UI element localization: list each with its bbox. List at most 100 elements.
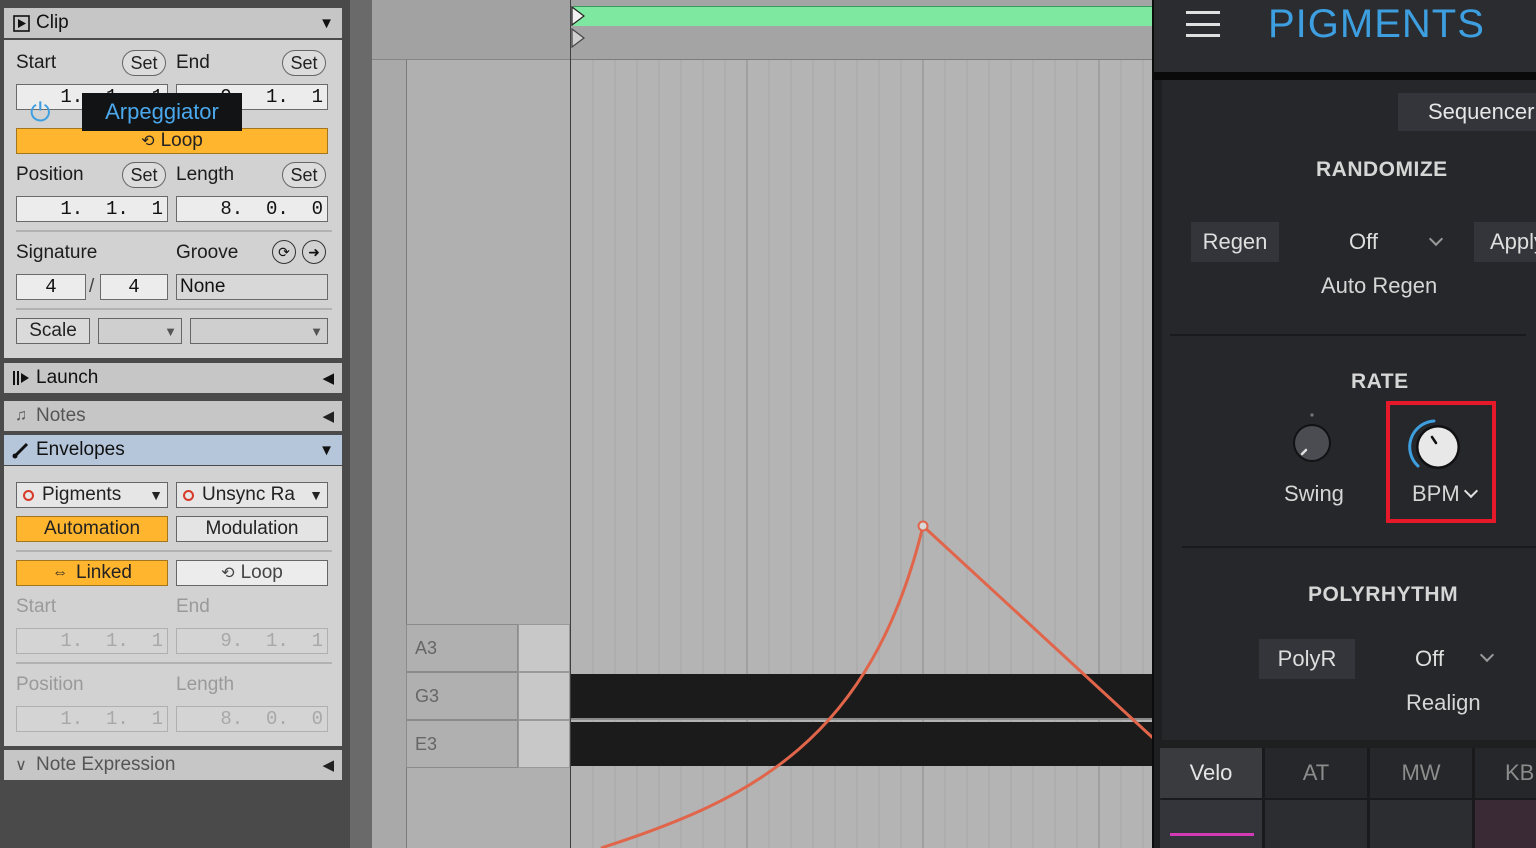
header-divider xyxy=(1154,72,1536,80)
swing-knob-icon[interactable] xyxy=(1286,412,1338,464)
groove-label: Groove xyxy=(176,242,239,263)
chevron-down-icon: ▼ xyxy=(149,487,163,503)
envelope-editor-grid[interactable] xyxy=(570,0,1152,848)
music-note-icon: ♫ xyxy=(15,407,27,424)
scale-root-dropdown[interactable]: ▼ xyxy=(98,318,182,344)
set-end-button[interactable]: Set xyxy=(282,50,326,76)
auto-regen-value: Off xyxy=(1349,229,1378,254)
envelopes-section-header[interactable]: Envelopes ▼ xyxy=(4,435,342,465)
expand-triangle-icon[interactable]: ◀ xyxy=(322,756,334,774)
realign-label[interactable]: Realign xyxy=(1406,690,1481,716)
velo-mod-cell xyxy=(1160,800,1262,848)
link-icon: ⇔ xyxy=(52,564,68,581)
tab-at[interactable]: AT xyxy=(1265,748,1367,798)
mw-mod-cell xyxy=(1370,800,1472,848)
section-divider xyxy=(1182,546,1536,548)
tab-velo[interactable]: Velo xyxy=(1160,748,1262,798)
hamburger-menu-icon[interactable] xyxy=(1186,8,1220,40)
piano-key-g3[interactable]: G3 xyxy=(406,672,518,720)
position-field[interactable]: 1. 1. 1 xyxy=(16,196,168,222)
end-label: End xyxy=(176,52,210,73)
rate-title: RATE xyxy=(1351,370,1409,393)
note-expression-section-header[interactable]: ∨ Note Expression ◀ xyxy=(4,750,342,780)
power-icon[interactable]: ⏻ xyxy=(30,97,51,129)
polyrhythm-value: Off xyxy=(1415,646,1444,671)
polyr-button[interactable]: PolyR xyxy=(1259,639,1355,679)
signature-slash: / xyxy=(89,276,95,297)
envelope-loop-button[interactable]: ⟲ Loop xyxy=(176,560,328,586)
loop-brace-bar[interactable] xyxy=(573,6,1152,26)
note-expression-icon: ∨ xyxy=(15,757,27,774)
modulation-button[interactable]: Modulation xyxy=(176,516,328,542)
automation-breakpoint xyxy=(917,520,929,532)
envelope-end-field[interactable]: 9. 1. 1 xyxy=(176,628,328,654)
regen-button[interactable]: Regen xyxy=(1191,222,1279,262)
set-position-button[interactable]: Set xyxy=(122,162,166,188)
launch-icon xyxy=(12,370,30,386)
signature-numerator-field[interactable]: 4 xyxy=(16,274,86,300)
position-label: Position xyxy=(16,164,84,185)
set-start-button[interactable]: Set xyxy=(122,50,166,76)
set-length-button[interactable]: Set xyxy=(282,162,326,188)
signature-denominator-field[interactable]: 4 xyxy=(100,274,168,300)
piano-key-a3-lane[interactable] xyxy=(518,624,570,672)
tab-mw[interactable]: MW xyxy=(1370,748,1472,798)
record-dot-icon xyxy=(183,489,194,501)
apply-button[interactable]: Apply xyxy=(1474,222,1536,262)
start-marker-icon[interactable] xyxy=(571,6,585,26)
piano-roll-keys-area: A3 G3 E3 xyxy=(372,0,570,848)
length-field[interactable]: 8. 0. 0 xyxy=(176,196,328,222)
length-label: Length xyxy=(176,164,235,185)
tab-kbd[interactable]: KBD xyxy=(1475,748,1536,798)
linked-button-label: Linked xyxy=(76,562,132,583)
piano-key-e3-lane[interactable] xyxy=(518,720,570,768)
divider xyxy=(16,662,332,664)
envelope-device-chooser[interactable]: Pigments ▼ xyxy=(16,482,168,508)
expand-triangle-icon[interactable]: ◀ xyxy=(322,369,334,387)
envelope-position-field[interactable]: 1. 1. 1 xyxy=(16,706,168,732)
piano-roll-header xyxy=(372,0,570,60)
envelope-parameter-label: Unsync Ra xyxy=(202,484,295,505)
piano-key-g3-lane[interactable] xyxy=(518,672,570,720)
scale-name-dropdown[interactable]: ▼ xyxy=(190,318,328,344)
note-expression-header-label: Note Expression xyxy=(36,754,176,775)
envelope-start-field[interactable]: 1. 1. 1 xyxy=(16,628,168,654)
velo-mod-indicator xyxy=(1170,833,1254,836)
clip-icon xyxy=(12,14,30,32)
divider xyxy=(16,230,332,232)
clip-header-label: Clip xyxy=(36,12,69,33)
polyrhythm-title: POLYRHYTHM xyxy=(1308,583,1459,606)
tab-arpeggiator[interactable]: Arpeggiator xyxy=(82,93,242,131)
envelope-end-label: End xyxy=(176,596,210,617)
clip-section-body: Start Set End Set 1. 1. 1 9. 1. 1 ⟲ Loop… xyxy=(4,40,342,358)
envelope-start-label: Start xyxy=(16,596,57,617)
envelope-parameter-chooser[interactable]: Unsync Ra ▼ xyxy=(176,482,328,508)
end-marker-icon[interactable] xyxy=(571,28,585,48)
launch-section-header[interactable]: Launch ◀ xyxy=(4,363,342,393)
note-lane-stripe xyxy=(571,722,1152,766)
loop-toggle-button[interactable]: ⟲ Loop xyxy=(16,128,328,154)
automation-button[interactable]: Automation xyxy=(16,516,168,542)
loop-icon: ⟲ xyxy=(221,565,235,582)
panel-splitter[interactable] xyxy=(350,0,372,848)
auto-regen-label: Auto Regen xyxy=(1321,273,1438,298)
collapse-triangle-icon[interactable]: ▼ xyxy=(319,15,334,32)
automation-lane[interactable] xyxy=(571,60,1152,848)
groove-selector[interactable]: None xyxy=(176,274,328,300)
expand-triangle-icon[interactable]: ◀ xyxy=(322,407,334,425)
pigments-logo: PIGMENTS xyxy=(1268,2,1485,46)
piano-key-a3[interactable]: A3 xyxy=(406,624,518,672)
linked-button[interactable]: ⇔ Linked xyxy=(16,560,168,586)
pigments-header: PIGMENTS xyxy=(1154,0,1536,72)
groove-commit-icon[interactable]: ➜ xyxy=(302,240,326,264)
chevron-down-icon: ▼ xyxy=(309,487,323,503)
auto-regen-dropdown[interactable]: Off xyxy=(1303,222,1453,262)
tab-sequencer[interactable]: Sequencer xyxy=(1398,93,1536,131)
collapse-triangle-icon[interactable]: ▼ xyxy=(319,442,334,459)
notes-section-header[interactable]: ♫ Notes ◀ xyxy=(4,401,342,431)
envelope-length-field[interactable]: 8. 0. 0 xyxy=(176,706,328,732)
scale-button[interactable]: Scale xyxy=(16,318,90,344)
piano-key-e3[interactable]: E3 xyxy=(406,720,518,768)
groove-hot-swap-icon[interactable]: ⟳ xyxy=(272,240,296,264)
clip-section-header[interactable]: Clip ▼ xyxy=(4,8,342,38)
